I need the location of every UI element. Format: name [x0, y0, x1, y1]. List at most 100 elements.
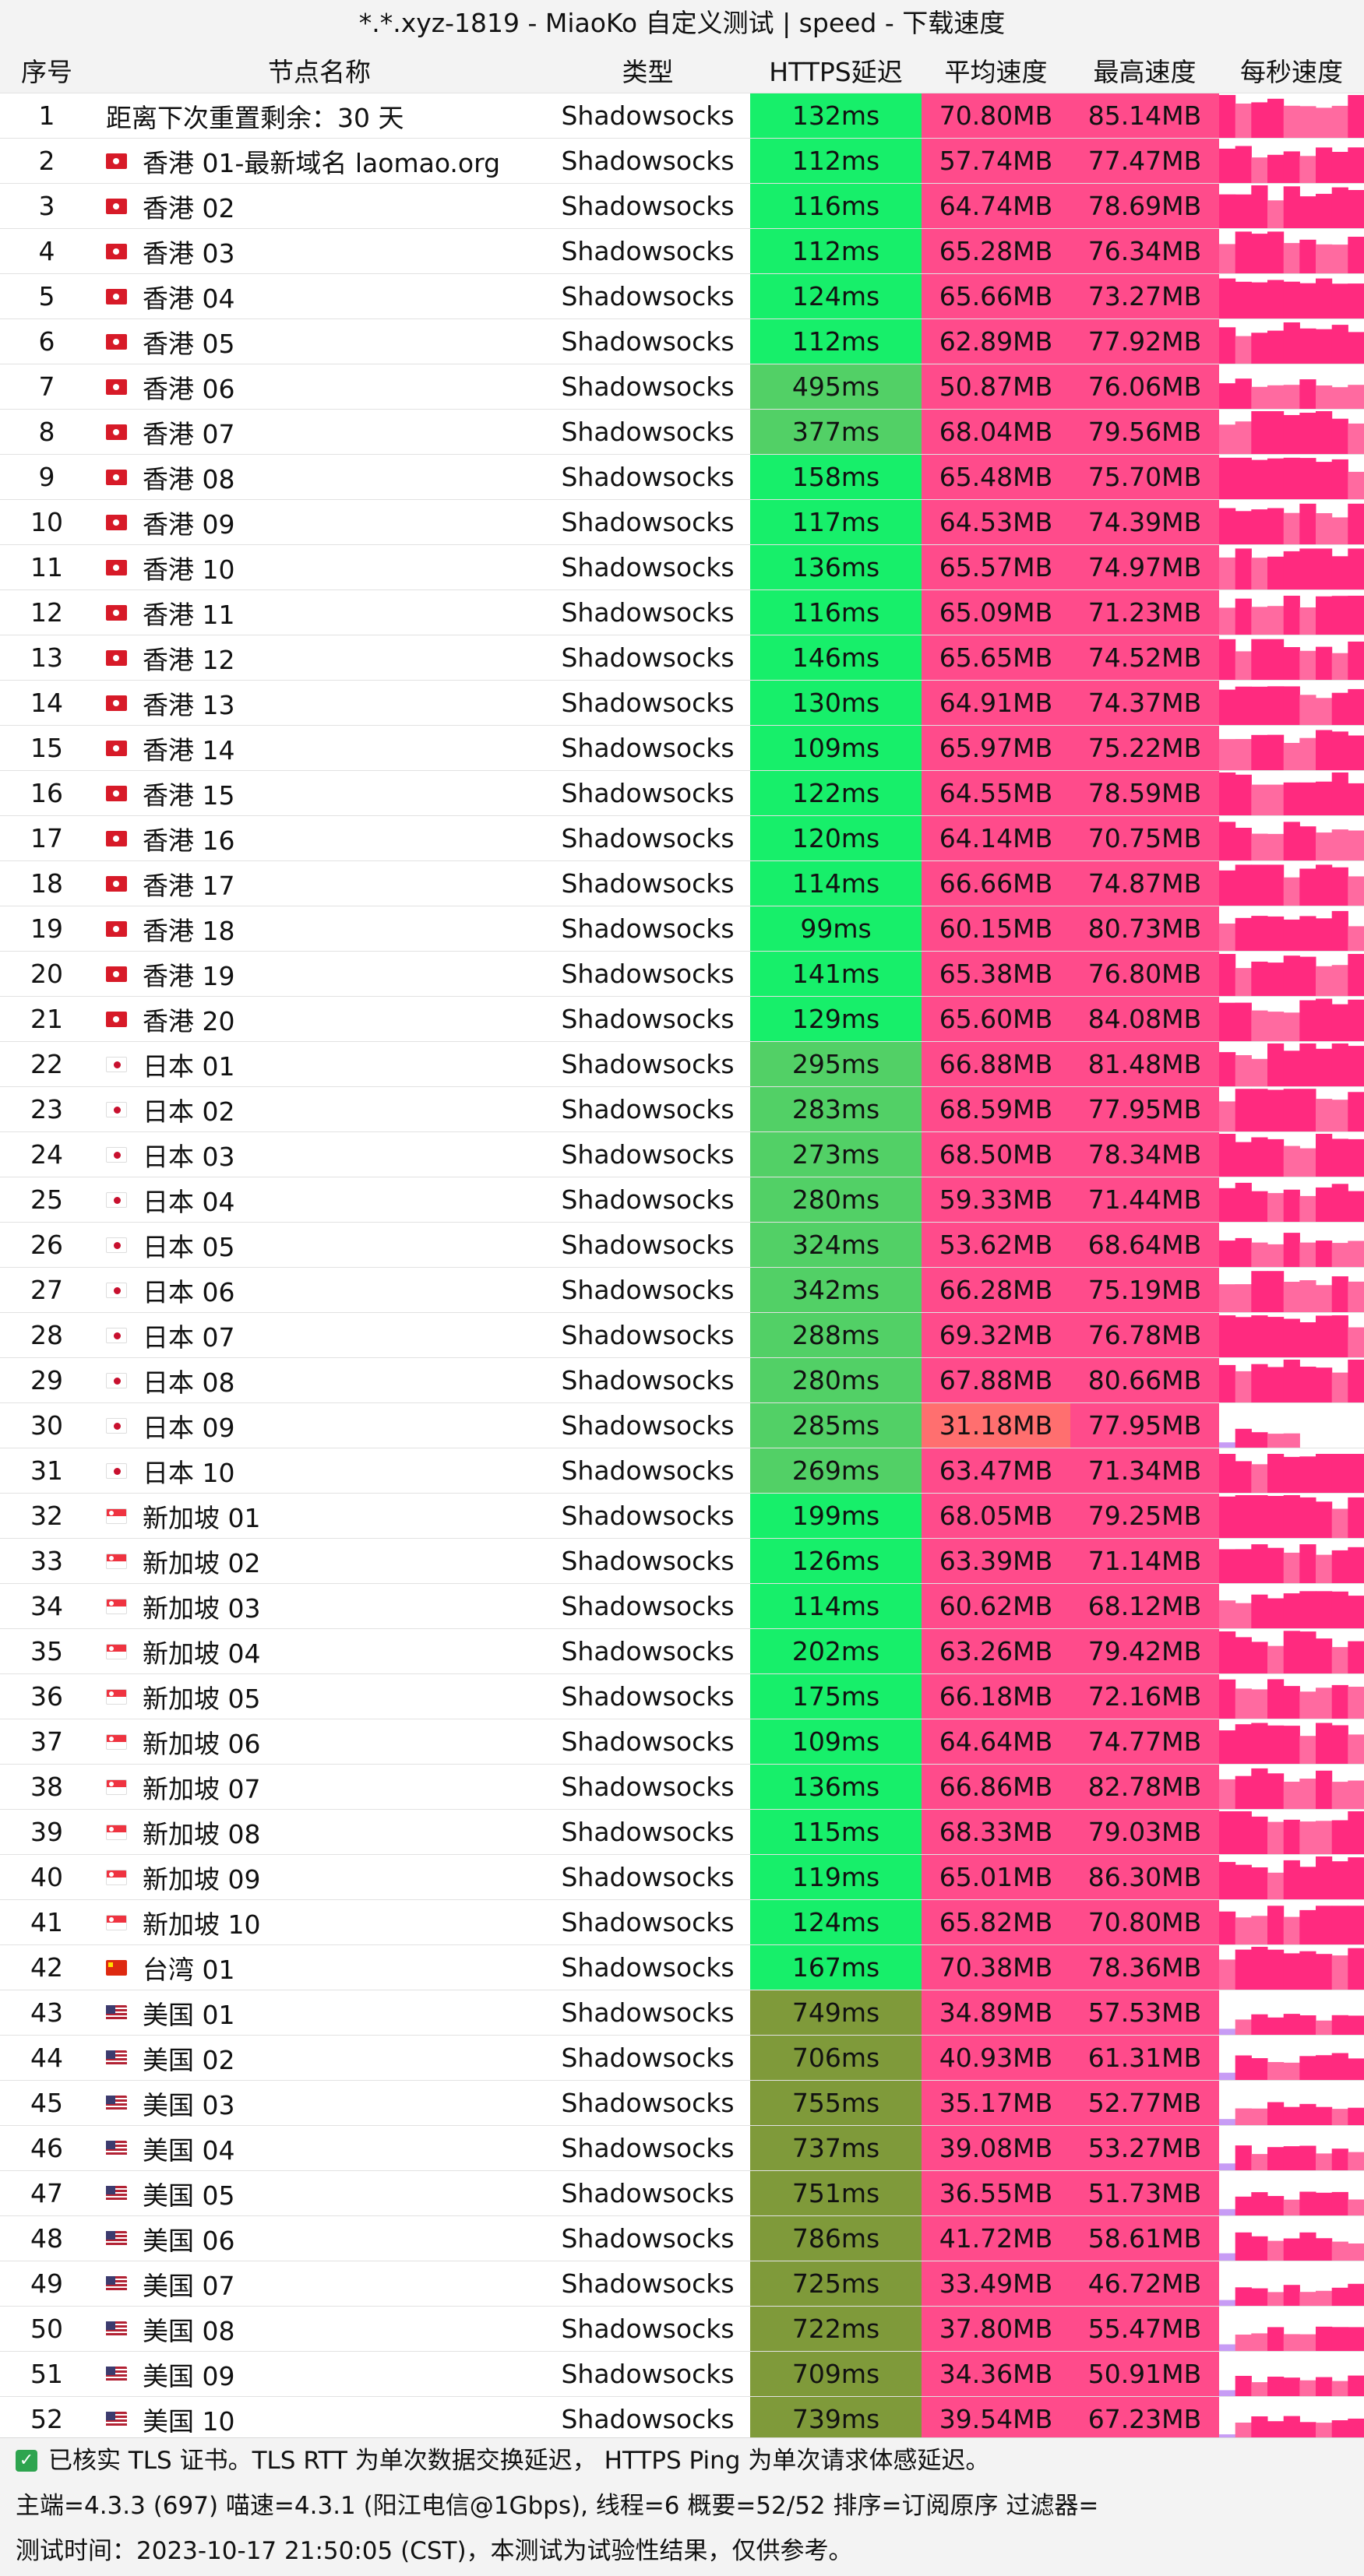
- sparkline-bar: [1299, 503, 1316, 544]
- sparkline-bar: [1283, 1012, 1300, 1041]
- table-row: 33 新加坡 02 Shadowsocks 126ms 63.39MB 71.14MB: [0, 1539, 1364, 1584]
- https-latency: 116ms: [750, 184, 922, 228]
- row-index: 39: [30, 1817, 63, 1847]
- https-latency: 114ms: [750, 861, 922, 906]
- sparkline-bar: [1331, 187, 1348, 228]
- sparkline-bar: [1316, 329, 1333, 364]
- table-row: 19 香港 18 Shadowsocks 99ms 60.15MB 80.73MB: [0, 906, 1364, 952]
- sparkline-chart: [1219, 1360, 1364, 1402]
- sparkline-bar: [1316, 2290, 1333, 2306]
- node-name: 日本 03: [143, 1141, 235, 1172]
- sparkline-bar: [1283, 1819, 1300, 1854]
- avg-speed: 64.74MB: [922, 184, 1070, 228]
- node-type: Shadowsocks: [561, 1862, 735, 1892]
- sparkline-bar: [1235, 1371, 1252, 1402]
- sparkline-bar: [1267, 2147, 1285, 2170]
- sparkline-bar: [1283, 1233, 1300, 1267]
- sparkline-bar: [1331, 2191, 1348, 2215]
- sparkline-bar: [1219, 1134, 1236, 1177]
- flag-hk-icon: [106, 740, 127, 756]
- node-name: 香港 04: [143, 283, 235, 314]
- node-name: 美国 06: [143, 2225, 235, 2256]
- sparkline-bar: [1283, 1189, 1300, 1222]
- sparkline-bar: [1235, 2335, 1252, 2351]
- https-latency: 324ms: [750, 1223, 922, 1267]
- table-row: 1 距离下次重置剩余：30 天 Shadowsocks 132ms 70.80MB 85.…: [0, 93, 1364, 139]
- per-second-speed-sparkline: [1219, 93, 1364, 138]
- footer-tls-text: 已核实 TLS 证书。TLS RTT 为单次数据交换延迟， HTTPS Ping…: [48, 2447, 990, 2475]
- sparkline-bar: [1348, 2283, 1364, 2306]
- sparkline-chart: [1219, 1906, 1364, 1944]
- node-name: 美国 07: [143, 2270, 235, 2301]
- node-name-cell: 美国 04: [93, 2126, 545, 2170]
- flag-hk-icon: [106, 333, 127, 350]
- sparkline-bar: [1331, 829, 1348, 860]
- sparkline-bar: [1299, 607, 1316, 635]
- table-row: 11 香港 10 Shadowsocks 136ms 65.57MB 74.97MB: [0, 545, 1364, 590]
- sparkline-bar: [1331, 245, 1348, 273]
- sparkline-bar: [1283, 415, 1300, 454]
- sparkline-bar: [1299, 2232, 1316, 2261]
- sparkline-bar: [1251, 1010, 1268, 1041]
- node-type: Shadowsocks: [561, 1501, 735, 1531]
- sparkline-bar: [1283, 2199, 1300, 2215]
- per-second-speed-sparkline: [1219, 997, 1364, 1041]
- sparkline-bar: [1219, 607, 1236, 635]
- table-row: 43 美国 01 Shadowsocks 749ms 34.89MB 57.53MB: [0, 1990, 1364, 2036]
- sparkline-bar: [1283, 1282, 1300, 1312]
- sparkline-bar: [1219, 2344, 1236, 2351]
- sparkline-bar: [1283, 1593, 1300, 1628]
- flag-sg-icon: [106, 1688, 127, 1705]
- per-second-speed-sparkline: [1219, 1313, 1364, 1357]
- node-name: 美国 03: [143, 2089, 235, 2120]
- https-latency: 342ms: [750, 1268, 922, 1312]
- node-name: 香港 11: [143, 599, 235, 630]
- sparkline-bar: [1348, 548, 1364, 589]
- node-name-cell: 新加坡 08: [93, 1810, 545, 1854]
- avg-speed: 67.88MB: [922, 1358, 1070, 1402]
- sparkline-bar: [1348, 283, 1364, 318]
- table-body: 1 距离下次重置剩余：30 天 Shadowsocks 132ms 70.80MB 85.…: [0, 93, 1364, 2442]
- sparkline-bar: [1331, 2241, 1348, 2261]
- sparkline-bar: [1299, 1322, 1316, 1357]
- max-speed: 76.78MB: [1070, 1313, 1219, 1357]
- sparkline-bar: [1283, 1433, 1300, 1448]
- sparkline-bar: [1235, 2287, 1252, 2306]
- sparkline-bar: [1267, 508, 1285, 544]
- node-name-cell: 日本 02: [93, 1087, 545, 1131]
- node-name: 香港 13: [143, 689, 235, 720]
- sparkline-bar: [1219, 2208, 1236, 2215]
- node-type: Shadowsocks: [561, 191, 735, 221]
- sparkline-bar: [1251, 1947, 1268, 1990]
- sparkline-bar: [1299, 1691, 1316, 1719]
- node-type: Shadowsocks: [561, 1320, 735, 1350]
- flag-hk-icon: [106, 469, 127, 485]
- sparkline-bar: [1331, 2327, 1348, 2351]
- header-max-speed: 最高速度: [1093, 56, 1197, 87]
- footer: ✓ 已核实 TLS 证书。TLS RTT 为单次数据交换延迟， HTTPS Pi…: [0, 2437, 1364, 2576]
- sparkline-bar: [1235, 1637, 1252, 1673]
- sparkline-bar: [1331, 1906, 1348, 1944]
- sparkline-bar: [1267, 2377, 1285, 2396]
- flag-sg-icon: [106, 1779, 127, 1795]
- sparkline-chart: [1219, 1428, 1300, 1448]
- row-index: 10: [30, 507, 63, 537]
- avg-speed: 63.39MB: [922, 1539, 1070, 1583]
- per-second-speed-sparkline: [1219, 1765, 1364, 1809]
- node-name-cell: 距离下次重置剩余：30 天: [93, 93, 545, 138]
- flag-us-icon: [106, 2095, 127, 2111]
- per-second-speed-sparkline: [1219, 1810, 1364, 1854]
- flag-jp-icon: [106, 1101, 127, 1117]
- avg-speed: 34.36MB: [922, 2352, 1070, 2396]
- sparkline-bar: [1235, 1949, 1252, 1990]
- https-latency: 124ms: [750, 1900, 922, 1944]
- node-name-cell: 香港 17: [93, 861, 545, 906]
- row-index: 23: [30, 1094, 63, 1124]
- sparkline-bar: [1299, 239, 1316, 273]
- per-second-speed-sparkline: [1219, 590, 1364, 635]
- node-name-cell: 香港 06: [93, 364, 545, 409]
- node-name-cell: 香港 11: [93, 590, 545, 635]
- sparkline-bar: [1283, 596, 1300, 635]
- table-row: 45 美国 03 Shadowsocks 755ms 35.17MB 52.77MB: [0, 2081, 1364, 2126]
- sparkline-bar: [1219, 327, 1236, 364]
